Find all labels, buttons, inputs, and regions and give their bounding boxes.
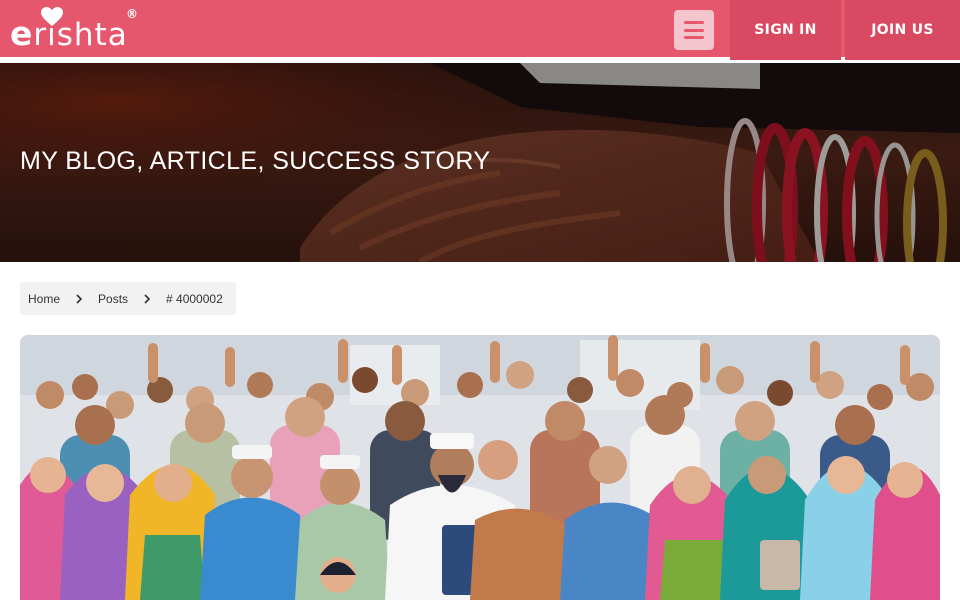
chevron-right-icon — [76, 293, 83, 304]
sign-in-button[interactable]: SIGN IN — [730, 0, 841, 60]
breadcrumb-home[interactable]: Home — [28, 292, 60, 306]
breadcrumb-current: # 4000002 — [166, 291, 223, 306]
breadcrumb-posts[interactable]: Posts — [98, 292, 128, 306]
logo-wordmark: erishta — [10, 14, 128, 54]
hero-banner: MY BLOG, ARTICLE, SUCCESS STORY — [0, 63, 960, 262]
menu-button[interactable] — [674, 10, 714, 50]
chevron-right-icon — [144, 293, 151, 304]
logo-letters-rest: rishta — [33, 17, 128, 53]
site-header: erishta ® SIGN IN JOIN US — [0, 0, 960, 60]
logo-letter-e: e — [10, 14, 34, 53]
join-us-button[interactable]: JOIN US — [845, 0, 960, 60]
crowd-illustration — [20, 335, 940, 600]
site-logo[interactable]: erishta ® — [8, 6, 144, 54]
page-title: MY BLOG, ARTICLE, SUCCESS STORY — [20, 147, 491, 175]
breadcrumb: Home Posts # 4000002 — [20, 282, 236, 315]
post-featured-image — [20, 335, 940, 600]
registered-mark: ® — [126, 7, 138, 21]
